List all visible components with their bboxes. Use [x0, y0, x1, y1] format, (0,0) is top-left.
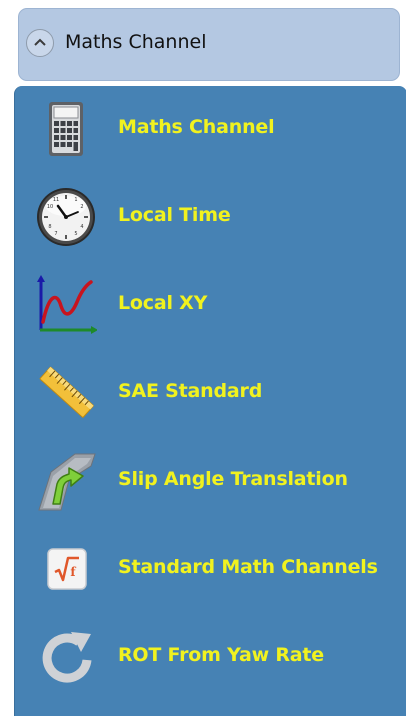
svg-text:2: 2	[80, 204, 83, 210]
sqrt-function-icon: f	[35, 538, 97, 600]
tool-item-sae-standard[interactable]: SAE Standard	[15, 350, 401, 434]
tool-item-local-time[interactable]: 12 45 78 10 11 Local Time	[15, 174, 401, 258]
tool-item-label: Standard Math Channels	[118, 556, 378, 578]
calculator-icon	[35, 98, 97, 160]
svg-text:11: 11	[53, 197, 59, 203]
road-turn-arrow-icon	[35, 450, 97, 512]
svg-text:f: f	[70, 565, 76, 579]
svg-text:7: 7	[54, 231, 57, 237]
chevron-up-icon[interactable]	[26, 29, 54, 57]
svg-text:5: 5	[74, 231, 77, 237]
tool-item-local-xy[interactable]: Local XY	[15, 262, 401, 346]
tool-item-label: Local Time	[118, 204, 231, 226]
tool-item-maths-channel[interactable]: Maths Channel	[15, 86, 401, 170]
clock-icon: 12 45 78 10 11	[35, 186, 97, 248]
rotate-arrow-icon	[35, 626, 97, 688]
tool-item-standard-math-channels[interactable]: f Standard Math Channels	[15, 526, 401, 610]
xy-graph-icon	[35, 274, 98, 336]
group-title: Maths Channel	[65, 31, 207, 53]
tool-item-rot-from-yaw-rate[interactable]: ROT From Yaw Rate	[15, 614, 401, 698]
svg-text:4: 4	[80, 224, 83, 230]
ruler-icon	[35, 362, 97, 424]
tool-item-label: Maths Channel	[118, 116, 275, 138]
svg-text:1: 1	[74, 197, 77, 203]
tool-list: Maths Channel 12 45 78 10 11 Local Time …	[14, 86, 406, 716]
tool-item-slip-angle-translation[interactable]: Slip Angle Translation	[15, 438, 401, 522]
maths-channel-toolbox: Maths Channel Maths Channel 1 2 4 5 7 8 …	[0, 0, 406, 716]
tool-item-label: SAE Standard	[118, 380, 263, 402]
tool-item-label: Slip Angle Translation	[118, 468, 348, 490]
group-header[interactable]: Maths Channel	[18, 8, 400, 81]
tool-item-label: Local XY	[118, 292, 208, 314]
svg-text:10: 10	[47, 204, 53, 210]
svg-text:8: 8	[48, 224, 51, 230]
tool-item-label: ROT From Yaw Rate	[118, 644, 324, 666]
